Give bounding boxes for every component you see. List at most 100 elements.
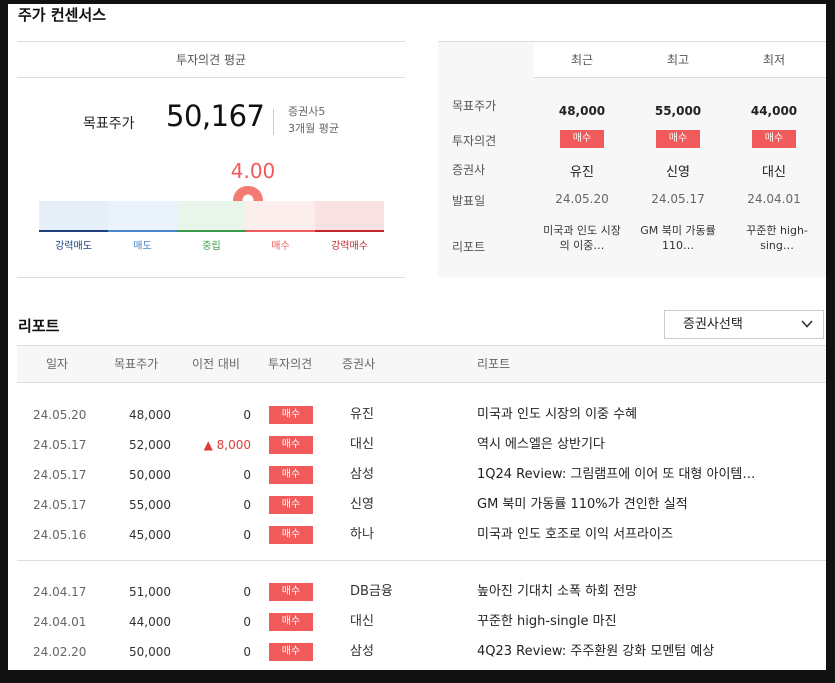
row-date: 24.04.01 — [33, 615, 87, 629]
opinion-badge: 매수 — [269, 525, 313, 544]
row-target: 51,000 — [129, 585, 171, 599]
broker-select[interactable]: 증권사선택 — [664, 310, 824, 339]
row-change: 0 — [243, 498, 251, 512]
opinion-badge: 매수 — [269, 642, 313, 661]
row-date: 24.05.17 — [33, 498, 87, 512]
highest-report-link[interactable]: GM 북미 가동률 110… — [638, 223, 718, 253]
col-target: 목표주가 — [114, 357, 159, 371]
scale-label: 매도 — [133, 241, 152, 252]
table-row[interactable]: 24.04.01 44,000 0 매수 대신 꾸준한 high-single 마진 — [17, 607, 826, 637]
scale-line — [246, 230, 315, 232]
row-broker: 대신 — [350, 437, 374, 452]
row-report-link[interactable]: 4Q23 Review: 주주환원 강화 모멘텀 예상 — [477, 637, 714, 667]
opinion-scale-labels: 강력매도 매도 중립 매수 강력매수 — [39, 237, 384, 252]
col-broker: 증권사 — [342, 357, 376, 371]
row-target: 44,000 — [129, 615, 171, 629]
divider — [17, 277, 405, 278]
broker-count: 증권사5 — [288, 105, 326, 118]
opinion-badge: 매수 — [269, 405, 313, 424]
lowest-broker: 대신 — [762, 165, 786, 180]
recent-opinion-cell: 매수 — [534, 130, 630, 148]
row-opinion-cell: 매수 — [269, 577, 313, 607]
row-broker: 대신 — [350, 614, 374, 629]
row-date: 24.05.16 — [33, 528, 87, 542]
row-label-broker: 증권사 — [452, 163, 486, 177]
scale-segment — [246, 201, 315, 231]
row-report-link[interactable]: 1Q24 Review: 그림램프에 이어 또 대형 아이템… — [477, 460, 755, 490]
opinion-badge: 매수 — [269, 435, 313, 454]
row-target: 50,000 — [129, 645, 171, 659]
col-change: 이전 대비 — [192, 357, 240, 371]
lowest-target: 44,000 — [750, 104, 798, 118]
table-row[interactable]: 24.05.17 52,000 ▲ 8,000 매수 대신 역시 에스엘은 상반기다 — [17, 430, 826, 460]
opinion-badge: 매수 — [269, 465, 313, 484]
divider — [17, 560, 826, 561]
highest-date: 24.05.17 — [651, 192, 705, 206]
row-change: 0 — [243, 615, 251, 629]
lowest-report-link[interactable]: 꾸준한 high-sing… — [738, 223, 816, 253]
row-opinion-cell: 매수 — [269, 430, 313, 460]
row-change: ▲ 8,000 — [203, 438, 251, 452]
opinion-badge: 매수 — [560, 130, 604, 148]
header-blank — [438, 42, 534, 78]
row-date: 24.05.17 — [33, 438, 87, 452]
row-date: 24.05.20 — [33, 408, 87, 422]
row-change: 0 — [243, 528, 251, 542]
opinion-badge: 매수 — [269, 612, 313, 631]
row-target: 55,000 — [129, 498, 171, 512]
lowest-date: 24.04.01 — [747, 192, 801, 206]
table-row[interactable]: 24.05.20 48,000 0 매수 유진 미국과 인도 시장의 이중 수혜 — [17, 400, 826, 430]
row-target: 52,000 — [129, 438, 171, 452]
row-date: 24.05.17 — [33, 468, 87, 482]
recent-report-link[interactable]: 미국과 인도 시장의 이중… — [542, 223, 622, 253]
opinion-average-header: 투자의견 평균 — [17, 41, 405, 78]
scale-line — [177, 230, 246, 232]
scale-line — [315, 230, 384, 232]
table-row[interactable]: 24.04.17 51,000 0 매수 DB금융 높아진 기대치 소폭 하회 전망 — [17, 577, 826, 607]
table-row[interactable]: 24.02.20 50,000 0 매수 삼성 4Q23 Review: 주주환원 강화 … — [17, 637, 826, 667]
row-broker: 유진 — [350, 407, 374, 422]
row-report-link[interactable]: 미국과 인도 시장의 이중 수혜 — [477, 400, 637, 430]
row-opinion-cell: 매수 — [269, 520, 313, 550]
scale-segment — [177, 201, 246, 231]
table-row[interactable]: 24.05.17 55,000 0 매수 신영 GM 북미 가동률 110%가 견인한 실… — [17, 490, 826, 520]
col-report: 리포트 — [477, 357, 511, 371]
recent-broker: 유진 — [570, 165, 594, 180]
reports-title: 리포트 — [18, 317, 60, 335]
row-opinion-cell: 매수 — [269, 460, 313, 490]
lowest-opinion-cell: 매수 — [726, 130, 822, 148]
scale-label: 매수 — [271, 241, 290, 252]
average-period: 3개월 평균 — [288, 122, 339, 135]
row-opinion-cell: 매수 — [269, 637, 313, 667]
table-row[interactable]: 24.05.16 45,000 0 매수 하나 미국과 인도 호조로 이익 서프라이즈 — [17, 520, 826, 550]
scale-label: 중립 — [202, 241, 221, 252]
recent-target: 48,000 — [558, 104, 606, 118]
col-opinion: 투자의견 — [268, 357, 313, 371]
table-row[interactable]: 24.05.17 50,000 0 매수 삼성 1Q24 Review: 그림램프에 이어… — [17, 460, 826, 490]
row-report-link[interactable]: 역시 에스엘은 상반기다 — [477, 430, 605, 460]
row-report-link[interactable]: 높아진 기대치 소폭 하회 전망 — [477, 577, 637, 607]
row-target: 48,000 — [129, 408, 171, 422]
comparison-header: 최근 최고 최저 — [438, 41, 826, 78]
scale-line — [39, 230, 108, 232]
scale-segment — [108, 201, 177, 231]
row-broker: 신영 — [350, 497, 374, 512]
reports-table-header: 일자 목표주가 이전 대비 투자의견 증권사 리포트 — [17, 345, 826, 383]
row-label-report: 리포트 — [452, 240, 486, 254]
row-target: 50,000 — [129, 468, 171, 482]
row-label-date: 발표일 — [452, 194, 486, 208]
row-label-target: 목표주가 — [452, 99, 497, 113]
col-recent: 최근 — [570, 53, 594, 67]
row-opinion-cell: 매수 — [269, 490, 313, 520]
row-change: 0 — [243, 585, 251, 599]
row-report-link[interactable]: 미국과 인도 호조로 이익 서프라이즈 — [477, 520, 673, 550]
comparison-table: 최근 최고 최저 목표주가 투자의견 증권사 발표일 리포트 48,000 55… — [438, 41, 826, 277]
window-frame: 주가 컨센서스 투자의견 평균 목표주가 50,167 증권사5 3개월 평균 … — [0, 0, 835, 683]
row-report-link[interactable]: 꾸준한 high-single 마진 — [477, 607, 617, 637]
opinion-scale — [39, 201, 384, 233]
scale-line — [108, 230, 177, 232]
highest-broker: 신영 — [666, 165, 690, 180]
row-report-link[interactable]: GM 북미 가동률 110%가 견인한 실적 — [477, 490, 688, 520]
target-price-meta: 증권사5 3개월 평균 — [288, 103, 339, 137]
row-change: 0 — [243, 408, 251, 422]
